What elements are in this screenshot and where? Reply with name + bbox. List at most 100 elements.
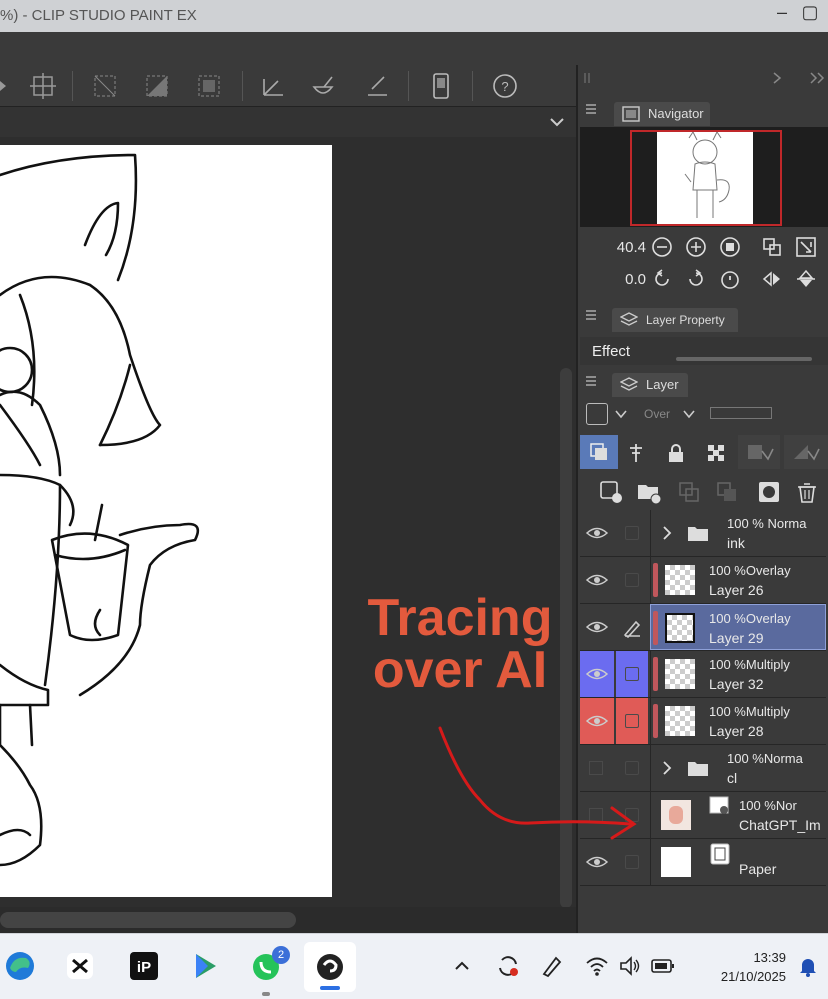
layer-info[interactable]: 100 %Overlay Layer 26	[650, 557, 826, 603]
panel-grip-icon[interactable]	[582, 71, 592, 85]
horizontal-scrollbar[interactable]	[0, 907, 576, 933]
layer-row[interactable]: Paper	[580, 839, 826, 886]
zoom-out-icon[interactable]	[650, 235, 674, 259]
system-clock[interactable]: 13:39 21/10/2025	[690, 948, 786, 986]
rotate-left-icon[interactable]	[650, 267, 674, 291]
layer-name: Layer 26	[709, 582, 764, 598]
layer-row[interactable]: 100 %Overlay Layer 29	[580, 604, 826, 651]
notification-bell-icon[interactable]	[796, 954, 820, 978]
sync-alert-icon[interactable]	[494, 952, 522, 980]
tab-navigator[interactable]: Navigator	[614, 102, 710, 126]
layer-info[interactable]: Paper	[650, 839, 826, 885]
fit-to-screen-icon[interactable]	[760, 235, 784, 259]
layer-blend-mode: 100 % Norma	[727, 516, 807, 531]
layer-info[interactable]: 100 %Nor ChatGPT_Im	[650, 792, 826, 838]
ibis-paint-icon[interactable]: iP	[128, 950, 160, 982]
transfer-to-lower-layer-icon[interactable]	[676, 479, 702, 505]
layer-lock-toggle[interactable]	[616, 839, 648, 885]
play-icon[interactable]	[0, 69, 20, 103]
create-mask-icon[interactable]	[756, 479, 782, 505]
layer-info[interactable]: 100 % Norma ink	[650, 510, 826, 556]
lock-transparency-icon[interactable]	[704, 441, 728, 465]
image-material-icon	[709, 796, 729, 814]
maximize-button[interactable]: ▢	[798, 2, 822, 28]
clear-selection-icon[interactable]	[88, 69, 122, 103]
help-icon[interactable]: ?	[488, 69, 522, 103]
smartphone-icon[interactable]	[424, 69, 458, 103]
rotate-right-icon[interactable]	[684, 267, 708, 291]
actual-size-icon[interactable]	[718, 235, 742, 259]
double-chevron-right-icon[interactable]	[808, 71, 826, 85]
layer-color-swatch[interactable]	[586, 403, 608, 425]
fit-navigator-icon[interactable]	[794, 235, 818, 259]
reference-layer-icon[interactable]	[624, 441, 648, 465]
edge-browser-icon[interactable]	[4, 950, 36, 982]
play-store-icon[interactable]	[190, 950, 222, 982]
layer-info[interactable]: 100 %Multiply Layer 28	[650, 698, 826, 744]
flip-vertical-icon[interactable]	[794, 267, 818, 291]
reset-rotation-icon[interactable]	[718, 267, 742, 291]
invert-selection-icon[interactable]	[140, 69, 174, 103]
layer-lock-toggle[interactable]	[616, 557, 648, 603]
enable-mask-button[interactable]	[738, 435, 780, 469]
ruler-display-button[interactable]	[784, 435, 828, 469]
tab-layer-property[interactable]: Layer Property	[612, 308, 738, 332]
layer-lock-toggle[interactable]	[616, 510, 648, 556]
flip-horizontal-icon[interactable]	[760, 267, 784, 291]
blend-mode-select[interactable]: Over	[644, 407, 670, 421]
layer-row[interactable]: 100 %Multiply Layer 32	[580, 651, 826, 698]
layer-toolbar-2	[580, 473, 828, 509]
opacity-slider[interactable]	[710, 407, 772, 419]
layer-visibility-toggle[interactable]	[580, 839, 614, 885]
wifi-icon[interactable]	[584, 954, 610, 978]
clip-lower-layer-button[interactable]	[580, 435, 618, 469]
chevron-right-icon[interactable]	[770, 71, 784, 85]
layer-visibility-toggle[interactable]	[580, 651, 614, 697]
layer-visibility-toggle[interactable]	[580, 557, 614, 603]
panel-menu-icon[interactable]	[586, 309, 596, 321]
capcut-icon[interactable]	[64, 950, 96, 982]
panel-menu-icon[interactable]	[586, 375, 596, 387]
pen-icon[interactable]	[538, 952, 566, 980]
ruler-icon[interactable]	[256, 69, 290, 103]
delete-layer-icon[interactable]	[794, 479, 820, 505]
transform-icon[interactable]	[26, 69, 60, 103]
minimize-button[interactable]: –	[770, 2, 794, 28]
crop-selection-icon[interactable]	[192, 69, 226, 103]
drawing-canvas[interactable]	[0, 145, 332, 897]
volume-icon[interactable]	[618, 954, 642, 978]
new-raster-layer-icon[interactable]	[598, 479, 624, 505]
layer-toolbar-1	[580, 435, 828, 469]
layer-visibility-toggle[interactable]	[580, 510, 614, 556]
layer-row[interactable]: 100 %Overlay Layer 26	[580, 557, 826, 604]
merge-to-lower-layer-icon[interactable]	[714, 479, 740, 505]
battery-icon[interactable]	[650, 956, 676, 976]
layer-info[interactable]: 100 %Overlay Layer 29	[650, 604, 826, 650]
chevron-down-icon[interactable]	[614, 409, 628, 419]
navigator-viewport-frame[interactable]	[630, 130, 782, 226]
chevron-down-icon[interactable]	[682, 409, 696, 419]
draw-line-icon[interactable]	[360, 69, 394, 103]
layer-lock-toggle[interactable]	[616, 604, 648, 650]
fill-bucket-icon[interactable]	[306, 69, 340, 103]
zoom-in-icon[interactable]	[684, 235, 708, 259]
rotation-value[interactable]: 0.0	[590, 271, 646, 288]
effect-bar[interactable]	[676, 357, 812, 361]
chevron-down-icon[interactable]	[548, 115, 566, 129]
panel-menu-icon[interactable]	[586, 103, 596, 115]
horizontal-scrollbar-thumb[interactable]	[0, 912, 296, 928]
chevron-right-icon[interactable]	[661, 760, 673, 776]
new-folder-icon[interactable]	[636, 479, 662, 505]
tab-layer[interactable]: Layer	[612, 373, 688, 397]
layer-row[interactable]: 100 % Norma ink	[580, 510, 826, 557]
navigator-preview[interactable]	[580, 127, 828, 227]
chevron-right-icon[interactable]	[661, 525, 673, 541]
zoom-value[interactable]: 40.4	[590, 239, 646, 256]
layer-info[interactable]: 100 %Norma cl	[650, 745, 826, 791]
layer-lock-toggle[interactable]	[616, 651, 648, 697]
lock-icon[interactable]	[664, 441, 688, 465]
clip-studio-taskbar-button[interactable]	[304, 942, 356, 992]
layer-visibility-toggle[interactable]	[580, 604, 614, 650]
chevron-up-icon[interactable]	[452, 958, 472, 974]
layer-info[interactable]: 100 %Multiply Layer 32	[650, 651, 826, 697]
